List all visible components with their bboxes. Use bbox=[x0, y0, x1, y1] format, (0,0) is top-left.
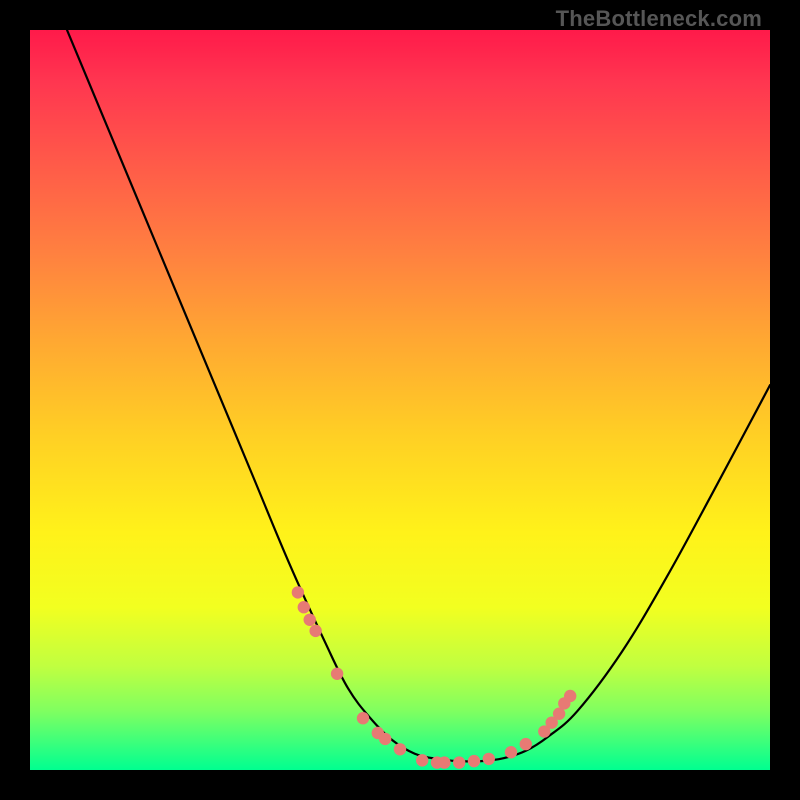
data-point bbox=[483, 753, 495, 765]
data-point bbox=[394, 743, 406, 755]
data-point bbox=[357, 712, 369, 724]
data-point bbox=[416, 754, 428, 766]
chart-area bbox=[30, 30, 770, 770]
data-point bbox=[520, 738, 532, 750]
bottleneck-curve bbox=[67, 30, 770, 761]
data-point bbox=[304, 614, 316, 626]
data-point bbox=[379, 733, 391, 745]
data-point bbox=[298, 601, 310, 613]
data-point bbox=[468, 755, 480, 767]
chart-svg bbox=[30, 30, 770, 770]
data-point bbox=[505, 746, 517, 758]
data-point bbox=[564, 690, 576, 702]
data-point bbox=[309, 625, 321, 637]
data-point bbox=[292, 586, 304, 598]
watermark-text: TheBottleneck.com bbox=[556, 6, 762, 32]
data-point bbox=[453, 756, 465, 768]
data-markers bbox=[292, 586, 577, 769]
data-point bbox=[438, 756, 450, 768]
data-point bbox=[331, 668, 343, 680]
